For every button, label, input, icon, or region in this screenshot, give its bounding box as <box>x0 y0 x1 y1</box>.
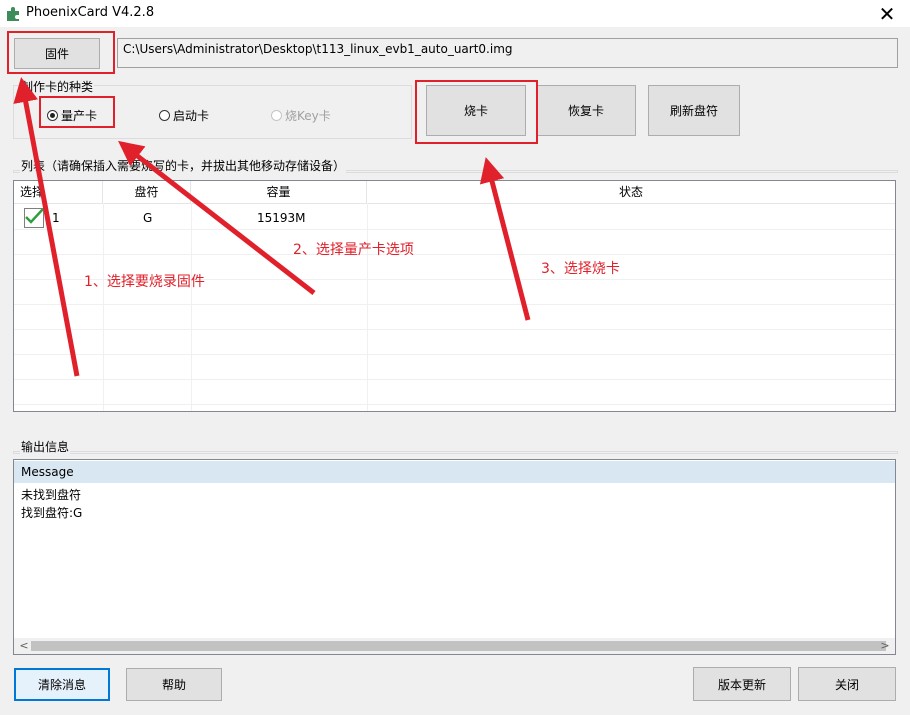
radio-boot-card[interactable]: 启动卡 <box>159 107 209 124</box>
message-list[interactable]: Message 未找到盘符 找到盘符:G < > <box>13 459 896 655</box>
horizontal-scrollbar[interactable]: < > <box>14 638 895 654</box>
version-update-button[interactable]: 版本更新 <box>693 667 791 701</box>
check-icon <box>25 208 44 224</box>
card-type-label: 制作卡的种类 <box>20 78 95 95</box>
row-index: 1 <box>52 211 60 225</box>
message-item: 未找到盘符 <box>21 488 82 502</box>
column-select[interactable]: 选择 <box>14 181 103 203</box>
close-button[interactable]: 关闭 <box>798 667 896 701</box>
scroll-left-icon[interactable]: < <box>16 638 32 654</box>
device-list-label: 列表（请确保插入需要烧写的卡，并拔出其他移动存储设备） <box>20 157 347 174</box>
device-table[interactable]: 选择 盘符 容量 状态 1 G 15193M <box>13 180 896 412</box>
window-close-button[interactable]: ✕ <box>864 0 910 27</box>
output-group <box>13 451 898 454</box>
output-label: 输出信息 <box>20 438 71 455</box>
annotation-step-2: 2、选择量产卡选项 <box>293 242 414 258</box>
firmware-path-field[interactable]: C:\Users\Administrator\Desktop\t113_linu… <box>117 38 898 68</box>
row-drive: G <box>143 211 153 225</box>
column-capacity[interactable]: 容量 <box>191 181 367 203</box>
radio-disabled-icon <box>271 110 282 121</box>
puzzle-icon <box>7 7 19 21</box>
firmware-button[interactable]: 固件 <box>14 38 100 69</box>
refresh-drives-button[interactable]: 刷新盘符 <box>648 85 740 136</box>
title-bar: PhoenixCard V4.2.8 ✕ <box>0 0 910 27</box>
clear-messages-button[interactable]: 清除消息 <box>14 668 110 701</box>
restore-card-button[interactable]: 恢复卡 <box>536 85 636 136</box>
scroll-right-icon[interactable]: > <box>877 638 893 654</box>
message-header[interactable]: Message <box>14 461 895 483</box>
column-drive[interactable]: 盘符 <box>103 181 191 203</box>
help-button[interactable]: 帮助 <box>126 668 222 701</box>
row-capacity: 15193M <box>257 211 306 225</box>
close-icon: ✕ <box>878 1 896 26</box>
radio-unselected-icon <box>159 110 170 121</box>
annotation-step-1: 1、选择要烧录固件 <box>84 274 205 290</box>
window-title: PhoenixCard V4.2.8 <box>26 5 155 20</box>
radio-mass-production[interactable]: 量产卡 <box>47 107 97 124</box>
column-status[interactable]: 状态 <box>367 181 895 203</box>
radio-selected-icon <box>47 110 58 121</box>
table-header: 选择 盘符 容量 状态 <box>14 181 895 204</box>
burn-card-button[interactable]: 烧卡 <box>426 85 526 136</box>
annotation-step-3: 3、选择烧卡 <box>541 261 620 277</box>
radio-burn-key-card: 烧Key卡 <box>271 107 331 124</box>
message-item: 找到盘符:G <box>21 506 83 520</box>
scroll-thumb[interactable] <box>31 641 886 651</box>
row-checkbox[interactable] <box>24 208 44 228</box>
